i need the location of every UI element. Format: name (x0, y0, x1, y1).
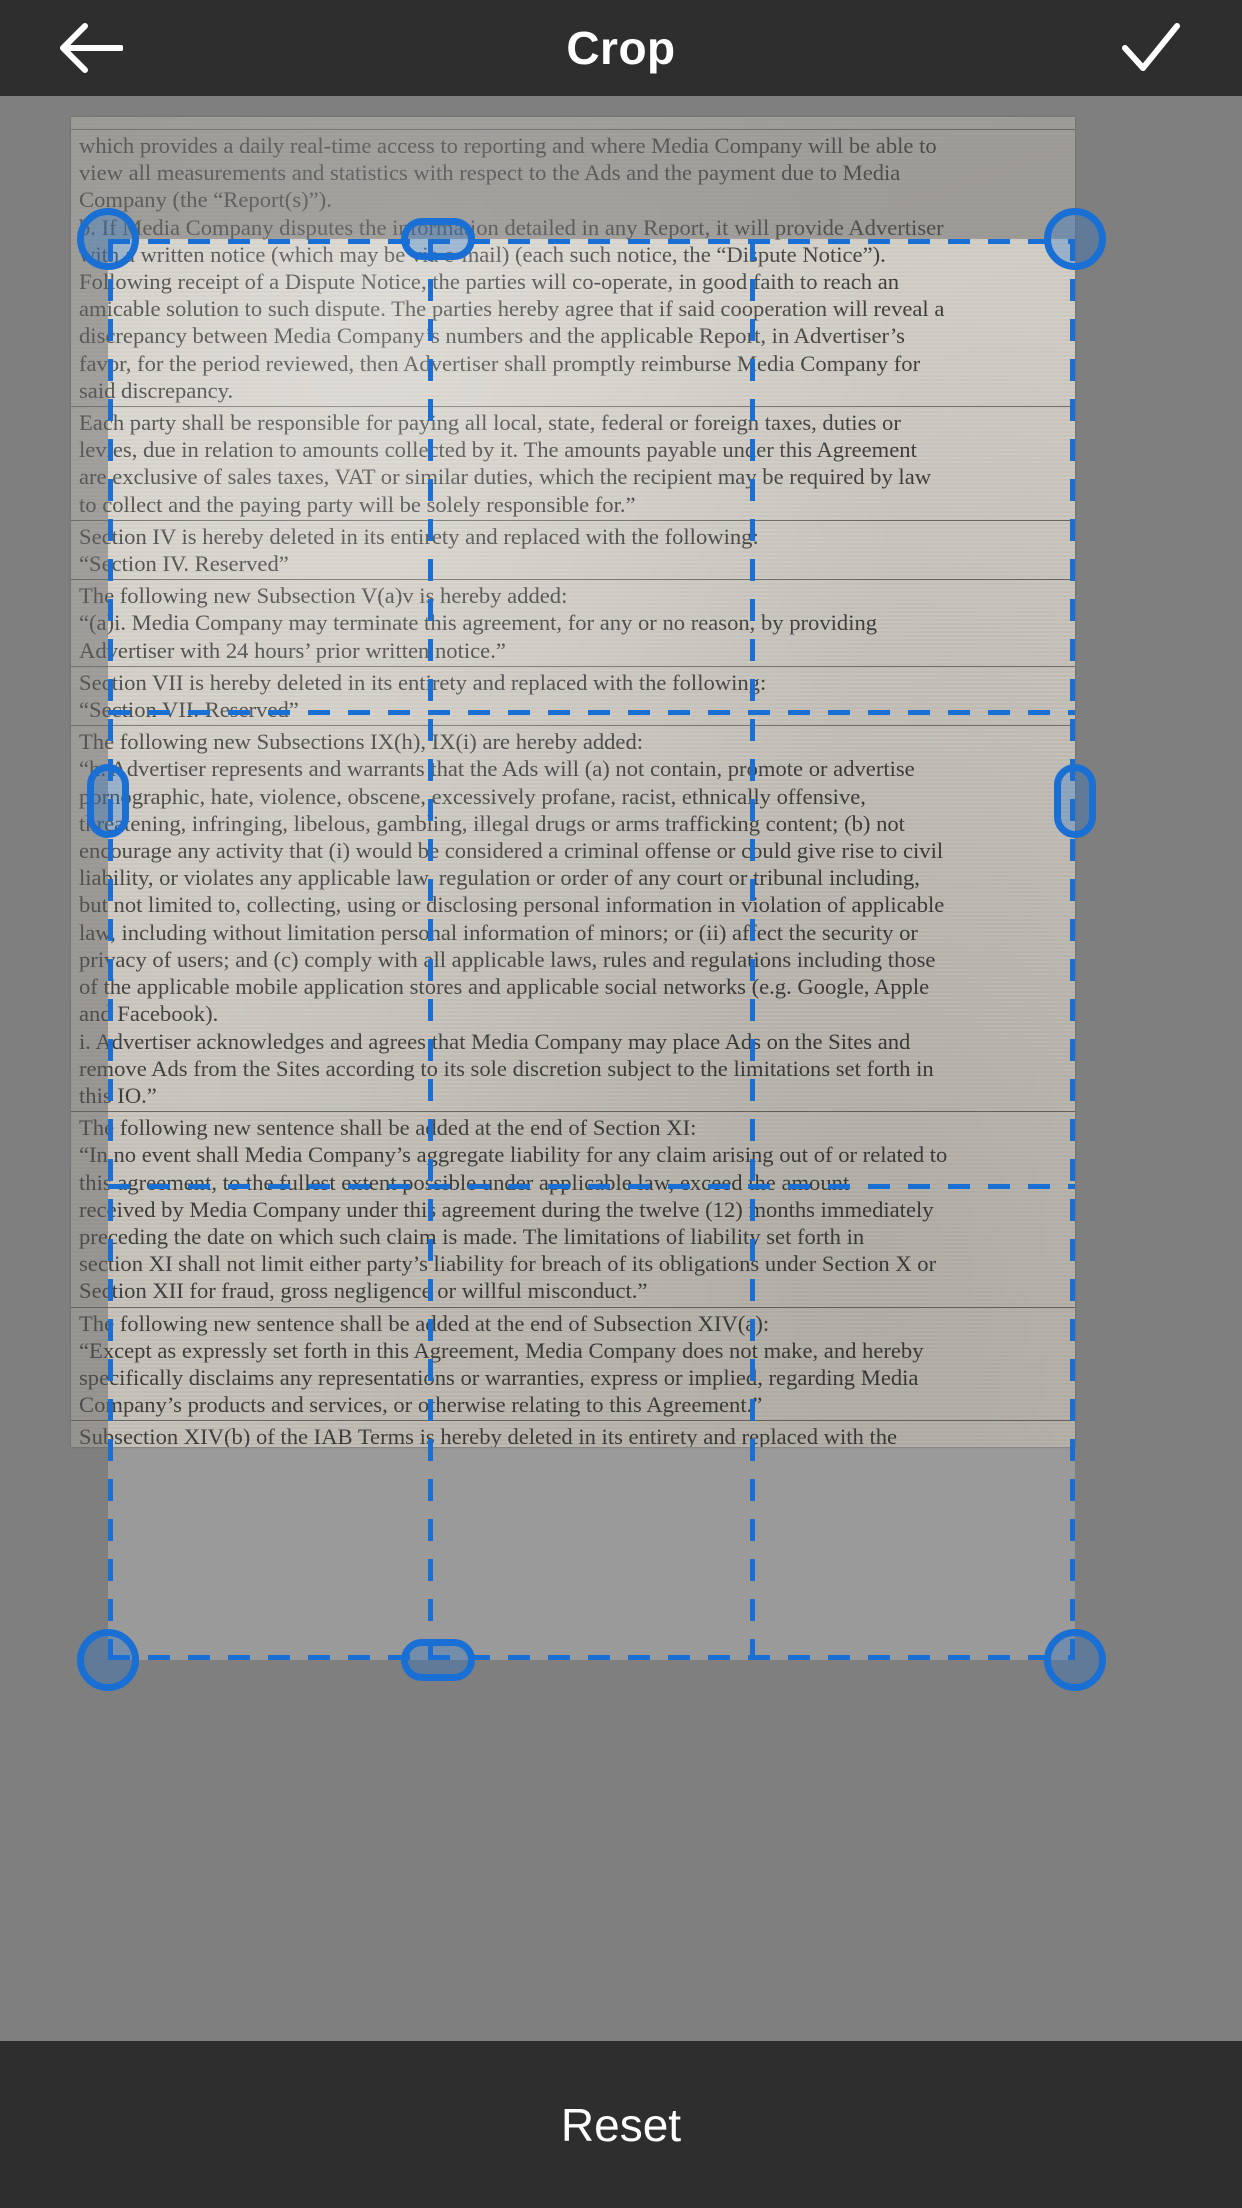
document-photo[interactable]: which provides a daily real-time access … (71, 117, 1075, 1447)
document-line: and Facebook). (79, 1001, 219, 1027)
document-block: which provides a daily real-time access … (71, 129, 1075, 406)
document-block: The following new Subsection V(a)v is he… (71, 579, 1075, 666)
document-line: Section XII for fraud, gross negligence … (79, 1278, 648, 1304)
crop-handle-top-right[interactable] (1044, 208, 1106, 270)
document-block: Section IV is hereby deleted in its enti… (71, 519, 1075, 579)
crop-edge-bottom (108, 1655, 1075, 1660)
document-line: “(a)i. Media Company may terminate this … (79, 610, 878, 636)
document-line: are exclusive of sales taxes, VAT or sim… (79, 464, 932, 490)
document-line: Company (the “Report(s)”). (79, 187, 332, 213)
document-line: pornographic, hate, violence, obscene, e… (79, 783, 866, 809)
document-line: with a written notice (which may be via … (79, 241, 886, 267)
document-line: specifically disclaims any representatio… (79, 1364, 919, 1390)
document-line: The following new Subsections IX(h), IX(… (79, 729, 644, 755)
document-line: of the applicable mobile application sto… (79, 974, 930, 1000)
document-line: Subsection XIV(b) of the IAB Terms is he… (79, 1424, 898, 1447)
crop-handle-left-edge[interactable] (87, 764, 129, 838)
crop-handle-bottom-left[interactable] (77, 1629, 139, 1691)
document-line: “Section IV. Reserved” (79, 551, 289, 577)
back-arrow-icon (59, 22, 123, 74)
document-line: “Except as expressly set forth in this A… (79, 1337, 924, 1363)
reset-button[interactable]: Reset (501, 2084, 741, 2166)
document-line: The following new sentence shall be adde… (79, 1310, 770, 1336)
document-line: but not limited to, collecting, using or… (79, 892, 945, 918)
crop-handle-right-edge[interactable] (1054, 764, 1096, 838)
document-line: Following receipt of a Dispute Notice, t… (79, 269, 900, 295)
crop-handle-bottom-edge[interactable] (401, 1639, 475, 1681)
document-line: liability, or violates any applicable la… (79, 865, 920, 891)
shade-bottom (0, 1660, 1242, 2041)
document-line: b. If Media Company disputes the informa… (79, 214, 944, 240)
document-line: privacy of users; and (c) comply with al… (79, 946, 936, 972)
document-line: section XI shall not limit either party’… (79, 1251, 937, 1277)
document-line: Section IV is hereby deleted in its enti… (79, 523, 759, 549)
document-line: “h. Advertiser represents and warrants t… (79, 756, 915, 782)
crop-workspace[interactable]: which provides a daily real-time access … (0, 96, 1242, 2041)
crop-handle-top-edge[interactable] (401, 218, 475, 260)
document-line: Advertiser with 24 hours’ prior written … (79, 637, 506, 663)
top-bar-left-slot (0, 5, 248, 91)
document-line: said discrepancy. (79, 377, 234, 403)
document-text-body: which provides a daily real-time access … (71, 117, 1075, 1447)
document-block: The following new sentence shall be adde… (71, 1111, 1075, 1306)
document-line: The following new Subsection V(a)v is he… (79, 583, 568, 609)
document-line: Each party shall be responsible for payi… (79, 410, 901, 436)
document-line: remove Ads from the Sites according to i… (79, 1055, 934, 1081)
confirm-crop-button[interactable] (1108, 5, 1194, 91)
document-block: Section VII is hereby deleted in its ent… (71, 665, 1075, 725)
document-line: received by Media Company under this agr… (79, 1196, 934, 1222)
document-block: Subsection XIV(b) of the IAB Terms is he… (71, 1420, 1075, 1447)
document-line: which provides a daily real-time access … (79, 133, 937, 158)
document-block: The following new Subsections IX(h), IX(… (71, 725, 1075, 1111)
document-line: “Section VII. Reserved” (79, 697, 299, 723)
document-line: levies, due in relation to amounts colle… (79, 437, 917, 463)
document-line: The following new sentence shall be adde… (79, 1115, 697, 1141)
document-line: discrepancy between Media Company’s numb… (79, 323, 905, 349)
document-block: The following new sentence shall be adde… (71, 1306, 1075, 1421)
document-line: threatening, infringing, libelous, gambl… (79, 810, 905, 836)
document-line: this IO.” (79, 1082, 157, 1108)
document-line: i. Advertiser acknowledges and agrees th… (79, 1028, 911, 1054)
document-line: encourage any activity that (i) would be… (79, 838, 944, 864)
document-line: favor, for the period reviewed, then Adv… (79, 350, 921, 376)
document-line: preceding the date on which such claim i… (79, 1223, 865, 1249)
document-line: amicable solution to such dispute. The p… (79, 296, 945, 322)
shade-right (1075, 239, 1242, 1660)
back-button[interactable] (48, 5, 134, 91)
document-line: law, including without limitation person… (79, 919, 918, 945)
top-bar-right-slot (994, 5, 1242, 91)
document-line: this agreement, to the fullest extent po… (79, 1169, 850, 1195)
document-line: “In no event shall Media Company’s aggre… (79, 1142, 948, 1168)
crop-handle-top-left[interactable] (77, 208, 139, 270)
document-line: to collect and the paying party will be … (79, 491, 636, 517)
top-app-bar: Crop (0, 0, 1242, 96)
document-line: Section VII is hereby deleted in its ent… (79, 669, 767, 695)
crop-handle-bottom-right[interactable] (1044, 1629, 1106, 1691)
document-line: Company’s products and services, or othe… (79, 1392, 763, 1418)
bottom-action-bar: Reset (0, 2041, 1242, 2208)
page-title: Crop (566, 22, 676, 74)
document-line: view all measurements and statistics wit… (79, 160, 901, 186)
document-block: Each party shall be responsible for payi… (71, 406, 1075, 520)
check-icon (1119, 22, 1183, 74)
